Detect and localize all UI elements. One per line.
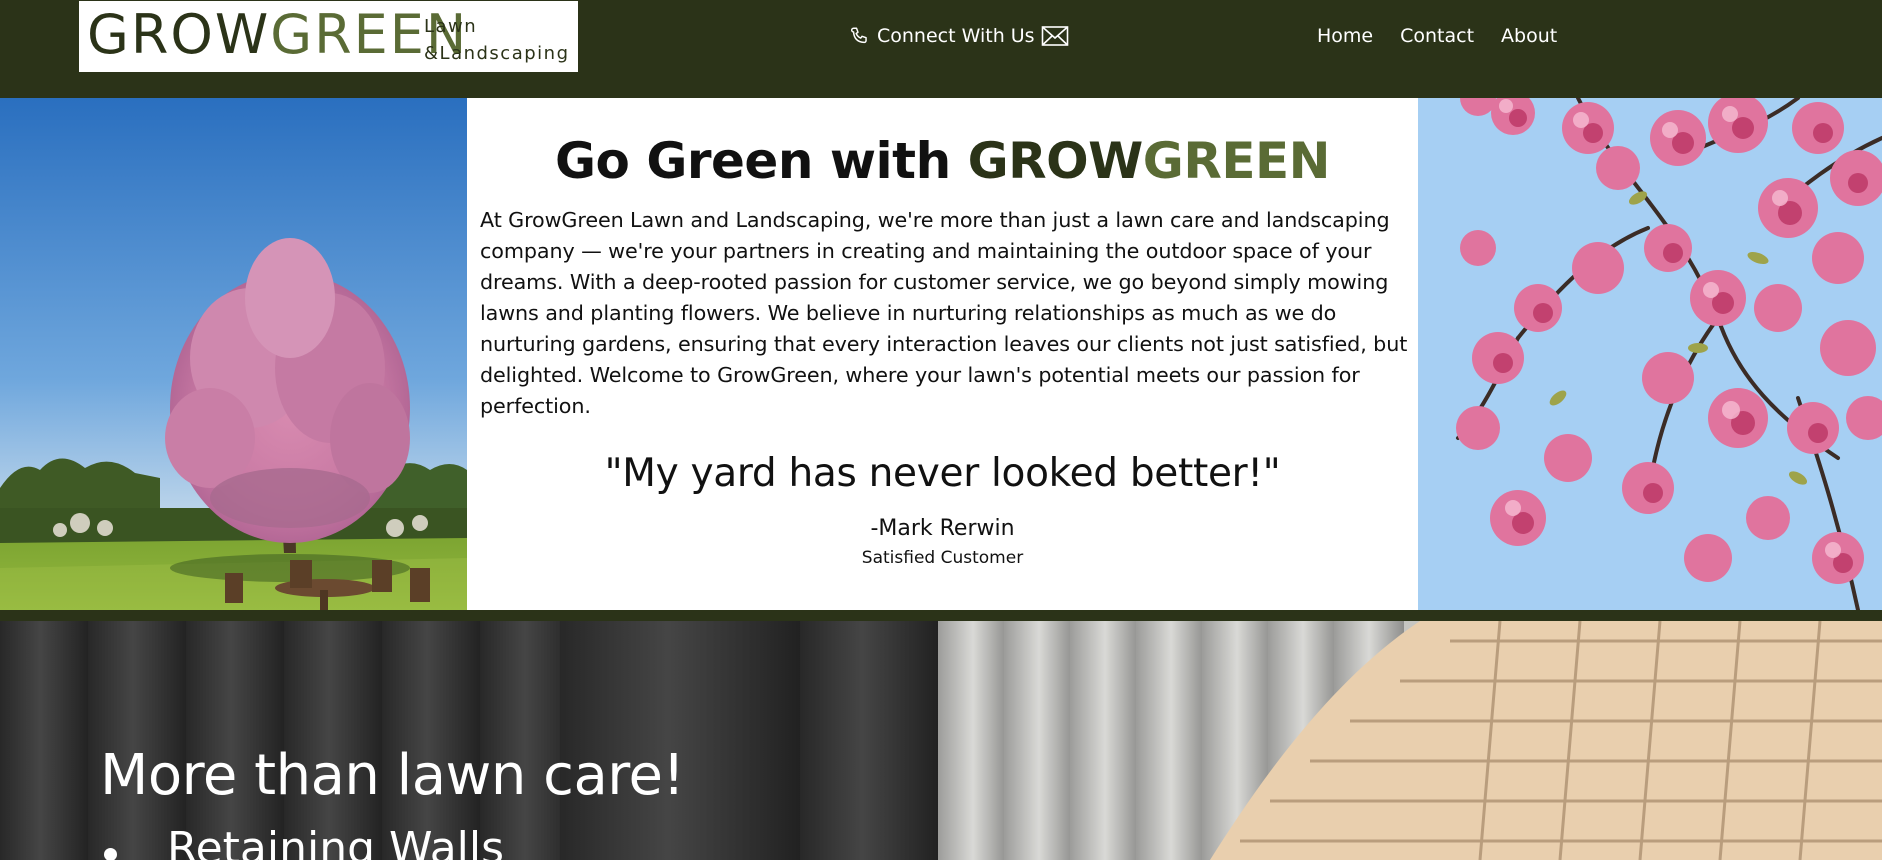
connect-with-us-link[interactable]: Connect With Us <box>849 22 1069 50</box>
intro-panel: Go Green with GROWGREEN At GrowGreen Law… <box>467 98 1418 610</box>
testimonial-role: Satisfied Customer <box>861 548 1024 568</box>
mail-icon <box>1041 25 1069 47</box>
nav-contact[interactable]: Contact <box>1400 22 1474 50</box>
services-title: More than lawn care! <box>100 743 685 808</box>
main-nav: Home Contact About <box>1317 22 1557 50</box>
section-divider <box>0 610 1882 621</box>
service-item-retaining-walls: Retaining Walls <box>100 819 504 860</box>
hero-title: Go Green with GROWGREEN <box>555 132 1331 190</box>
title-brand-grow: GROW <box>967 132 1144 190</box>
site-header: GROWGREEN Lawn &Landscaping Connect With… <box>0 0 1882 98</box>
nav-about[interactable]: About <box>1501 22 1557 50</box>
brand-logo[interactable]: GROWGREEN Lawn &Landscaping <box>79 1 578 72</box>
testimonial-quote: "My yard has never looked better!" <box>604 451 1281 496</box>
logo-subtitle-line2: &Landscaping <box>424 43 570 64</box>
phone-icon <box>849 25 871 47</box>
services-section: More than lawn care! Retaining Walls <box>0 621 1882 860</box>
nav-home[interactable]: Home <box>1317 22 1373 50</box>
title-brand-green: GREEN <box>1142 132 1331 190</box>
services-list: Retaining Walls <box>100 819 504 860</box>
logo-grow-text: GROW <box>87 3 271 66</box>
connect-label: Connect With Us <box>877 25 1035 47</box>
intro-paragraph: At GrowGreen Lawn and Landscaping, we're… <box>480 208 1408 418</box>
garden-photo <box>0 98 467 610</box>
cherry-blossom-photo <box>1418 98 1882 610</box>
testimonial-author: -Mark Rerwin <box>870 516 1015 541</box>
hero-section: Go Green with GROWGREEN At GrowGreen Law… <box>0 98 1882 610</box>
logo-subtitle-line1: Lawn <box>424 16 478 37</box>
